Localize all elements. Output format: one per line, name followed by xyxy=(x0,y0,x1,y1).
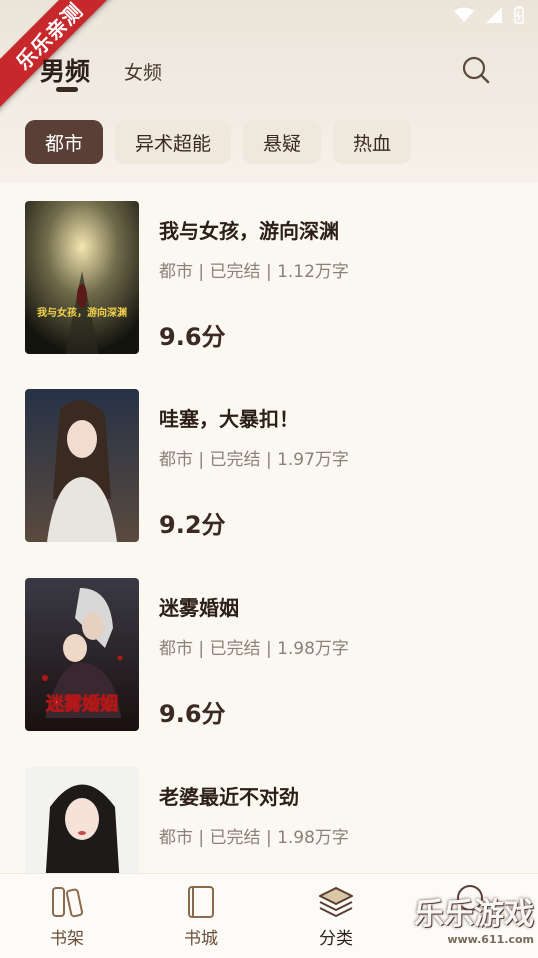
chip-xuanyi[interactable]: 悬疑 xyxy=(243,120,322,164)
search-icon[interactable] xyxy=(462,56,490,84)
watermark-url: www.611.com xyxy=(447,933,534,946)
book-meta: 都市 | 已完结 | 1.98万字 xyxy=(159,639,349,659)
book-cover[interactable] xyxy=(25,389,139,542)
book-item[interactable]: 哇塞，大暴扣！ 都市 | 已完结 | 1.97万字 9.2分 xyxy=(25,389,515,542)
book-score: 9.6分 xyxy=(159,323,226,351)
chip-rexue[interactable]: 热血 xyxy=(333,120,412,164)
layers-icon xyxy=(319,887,353,917)
watermark-logo: 乐乐游戏 www.611.com xyxy=(414,889,534,946)
book-title[interactable]: 我与女孩，游向深渊 xyxy=(159,215,339,244)
chip-yishu[interactable]: 异术超能 xyxy=(115,120,232,164)
cover-title: 迷雾婚姻 xyxy=(45,693,118,715)
nav-category[interactable]: 分类 xyxy=(296,884,376,949)
book-cover[interactable]: 迷雾婚姻 xyxy=(25,578,139,731)
chip-dushi[interactable]: 都市 xyxy=(25,120,104,164)
book-title[interactable]: 老婆最近不对劲 xyxy=(159,781,299,810)
bookshelf-icon xyxy=(52,887,84,918)
book-title[interactable]: 迷雾婚姻 xyxy=(159,592,239,621)
book-score: 9.2分 xyxy=(159,511,226,539)
book-score: 9.6分 xyxy=(159,700,226,728)
nav-bookshelf[interactable]: 书架 xyxy=(27,884,107,949)
battery-icon xyxy=(514,6,524,24)
book-title[interactable]: 哇塞，大暴扣！ xyxy=(159,403,299,432)
wifi-icon xyxy=(454,7,474,22)
nav-label: 书城 xyxy=(184,929,218,949)
nav-label: 书架 xyxy=(50,929,84,949)
watermark-text: 乐乐游戏 xyxy=(414,897,534,932)
book-item[interactable]: 我与女孩，游向深渊 我与女孩，游向深渊 都市 | 已完结 | 1.12万字 9.… xyxy=(25,201,515,354)
tab-male[interactable]: 男频 xyxy=(40,52,90,88)
status-bar xyxy=(454,6,524,24)
signal-icon xyxy=(486,7,502,23)
cover-title: 我与女孩，游向深渊 xyxy=(37,306,127,319)
tab-underline xyxy=(56,87,78,92)
book-item[interactable]: 迷雾婚姻 迷雾婚姻 都市 | 已完结 | 1.98万字 9.6分 xyxy=(25,578,515,731)
book-icon xyxy=(188,886,214,918)
tab-female[interactable]: 女频 xyxy=(124,58,162,85)
book-meta: 都市 | 已完结 | 1.12万字 xyxy=(159,262,349,282)
book-cover[interactable]: 我与女孩，游向深渊 xyxy=(25,201,139,354)
category-chips: 都市 异术超能 悬疑 热血 xyxy=(25,120,412,164)
nav-bookstore[interactable]: 书城 xyxy=(161,884,241,949)
nav-label: 分类 xyxy=(319,929,353,949)
book-meta: 都市 | 已完结 | 1.97万字 xyxy=(159,450,349,470)
bottom-nav: 书架 书城 分类 乐乐游戏 www.611.com xyxy=(0,873,538,958)
book-meta: 都市 | 已完结 | 1.98万字 xyxy=(159,828,349,848)
